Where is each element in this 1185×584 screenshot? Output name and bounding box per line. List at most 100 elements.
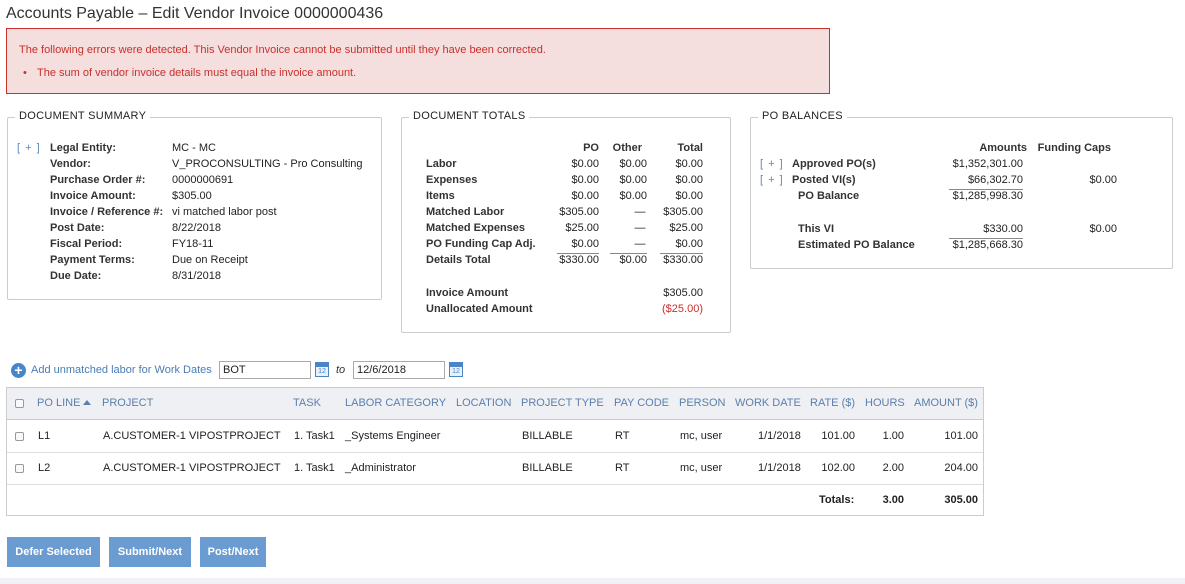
this-vi-funding-cap: $0.00: [1089, 223, 1117, 235]
cell-project-type: BILLABLE: [522, 430, 573, 442]
cell-rate: 101.00: [821, 430, 855, 442]
cell-labor-category: _Administrator: [345, 462, 416, 474]
summary-value: vi matched labor post: [172, 206, 277, 218]
to-label: to: [336, 364, 346, 376]
col-amount[interactable]: AMOUNT ($): [914, 397, 978, 409]
cell-work-date: 1/1/2018: [758, 430, 801, 442]
col-project-type[interactable]: PROJECT TYPE: [521, 397, 604, 409]
totals-row-label: Expenses: [426, 174, 478, 186]
col-rate[interactable]: RATE ($): [810, 397, 855, 409]
cell-amount: 101.00: [944, 430, 978, 442]
summary-value: MC - MC: [172, 142, 216, 154]
document-totals-panel: DOCUMENT TOTALS PO Other Total Labor $0.…: [401, 110, 731, 333]
col-location[interactable]: LOCATION: [456, 397, 511, 409]
this-vi-amount: $330.00: [983, 223, 1023, 235]
cell-work-date: 1/1/2018: [758, 462, 801, 474]
totals-col-other: Other: [612, 142, 642, 154]
po-balance-amount: $1,285,998.30: [952, 190, 1023, 202]
footer-strip: [0, 578, 1185, 584]
expand-approved-po-button[interactable]: [ + ]: [760, 157, 784, 171]
row-checkbox[interactable]: [15, 432, 24, 441]
cell-project: A.CUSTOMER-1 VIPOSTPROJECT: [103, 430, 281, 442]
defer-selected-button[interactable]: Defer Selected: [7, 537, 100, 567]
totals-row-total: $0.00: [675, 174, 703, 186]
error-message: The following errors were detected. This…: [19, 44, 546, 56]
error-item: The sum of vendor invoice details must e…: [23, 67, 356, 79]
calendar-day-label: 12: [318, 368, 326, 375]
col-task[interactable]: TASK: [293, 397, 321, 409]
totals-row-po: $0.00: [571, 174, 599, 186]
invoice-amount-label: Invoice Amount: [426, 287, 509, 299]
cell-po-line: L1: [38, 430, 51, 442]
totals-row-other: $0.00: [619, 190, 647, 202]
document-summary-panel: DOCUMENT SUMMARY [ + ] Legal Entity: MC …: [7, 110, 382, 300]
totals-row-label: PO Funding Cap Adj.: [426, 238, 536, 250]
this-vi-label: This VI: [798, 223, 835, 235]
po-col-funding-caps: Funding Caps: [1037, 142, 1111, 154]
posted-vi-label: Posted VI(s): [792, 174, 856, 186]
add-unmatched-labor-label[interactable]: Add unmatched labor for Work Dates: [31, 364, 212, 376]
totals-row-total: $25.00: [669, 222, 703, 234]
cell-hours: 2.00: [882, 462, 904, 474]
cell-project-type: BILLABLE: [522, 462, 573, 474]
error-alert: The following errors were detected. This…: [6, 28, 830, 94]
table-row[interactable]: L1 A.CUSTOMER-1 VIPOSTPROJECT 1. Task1 _…: [7, 420, 983, 453]
po-col-amounts: Amounts: [979, 142, 1027, 154]
po-balances-panel: PO BALANCES Amounts Funding Caps [ + ] A…: [750, 110, 1173, 269]
unallocated-amount-value: ($25.00): [662, 303, 703, 315]
document-summary-title: DOCUMENT SUMMARY: [15, 110, 151, 122]
approved-po-amount: $1,352,301.00: [952, 158, 1023, 170]
col-labor-category[interactable]: LABOR CATEGORY: [345, 397, 446, 409]
posted-vi-amount: $66,302.70: [967, 174, 1023, 186]
expand-posted-vi-button[interactable]: [ + ]: [760, 173, 784, 187]
cell-task: 1. Task1: [294, 430, 335, 442]
expand-summary-button[interactable]: [ + ]: [17, 141, 41, 155]
post-next-button[interactable]: Post/Next: [200, 537, 266, 567]
totals-row-label: Matched Labor: [426, 206, 505, 218]
col-work-date[interactable]: WORK DATE: [735, 397, 801, 409]
col-person[interactable]: PERSON: [679, 397, 725, 409]
totals-row: Totals: 3.00 305.00: [7, 484, 983, 516]
approved-po-label: Approved PO(s): [792, 158, 876, 170]
col-hours[interactable]: HOURS: [865, 397, 905, 409]
summary-label: Legal Entity:: [50, 142, 117, 154]
labor-grid: PO LINE PROJECT TASK LABOR CATEGORY LOCA…: [6, 387, 984, 516]
cell-project: A.CUSTOMER-1 VIPOSTPROJECT: [103, 462, 281, 474]
totals-row-other: $0.00: [619, 158, 647, 170]
totals-col-total: Total: [677, 142, 703, 154]
summary-label: Invoice / Reference #:: [50, 206, 164, 218]
table-row[interactable]: L2 A.CUSTOMER-1 VIPOSTPROJECT 1. Task1 _…: [7, 452, 983, 485]
col-project[interactable]: PROJECT: [102, 397, 153, 409]
po-balance-label: PO Balance: [798, 190, 860, 202]
invoice-amount-value: $305.00: [663, 287, 703, 299]
submit-next-button[interactable]: Submit/Next: [109, 537, 191, 567]
totals-row-total: $0.00: [675, 190, 703, 202]
summary-value: 8/31/2018: [172, 270, 221, 282]
sort-asc-icon: [83, 400, 92, 405]
summary-value: 8/22/2018: [172, 222, 221, 234]
work-date-from-input[interactable]: [219, 361, 311, 379]
cell-po-line: L2: [38, 462, 51, 474]
summary-value: $305.00: [172, 190, 212, 202]
summary-value: 0000000691: [172, 174, 234, 186]
estimated-po-balance-amount: $1,285,668.30: [952, 239, 1023, 251]
cell-rate: 102.00: [821, 462, 855, 474]
calendar-icon[interactable]: 12: [315, 362, 329, 377]
totals-row-po: $0.00: [571, 190, 599, 202]
summary-label: Vendor:: [50, 158, 91, 170]
summary-label: Purchase Order #:: [50, 174, 146, 186]
calendar-icon[interactable]: 12: [449, 362, 463, 377]
select-all-checkbox[interactable]: [15, 399, 24, 408]
work-date-to-input[interactable]: [353, 361, 445, 379]
col-pay-code[interactable]: PAY CODE: [614, 397, 669, 409]
add-circle-icon[interactable]: +: [11, 363, 26, 378]
summary-label: Post Date:: [50, 222, 105, 234]
totals-row-total: $0.00: [675, 158, 703, 170]
document-totals-title: DOCUMENT TOTALS: [409, 110, 530, 122]
summary-value: FY18-11: [172, 238, 214, 250]
totals-row-total: $330.00: [663, 254, 703, 266]
col-po-line[interactable]: PO LINE: [37, 397, 92, 409]
row-checkbox[interactable]: [15, 464, 24, 473]
totals-row-other: $0.00: [619, 254, 647, 266]
estimated-po-balance-label: Estimated PO Balance: [798, 239, 915, 251]
